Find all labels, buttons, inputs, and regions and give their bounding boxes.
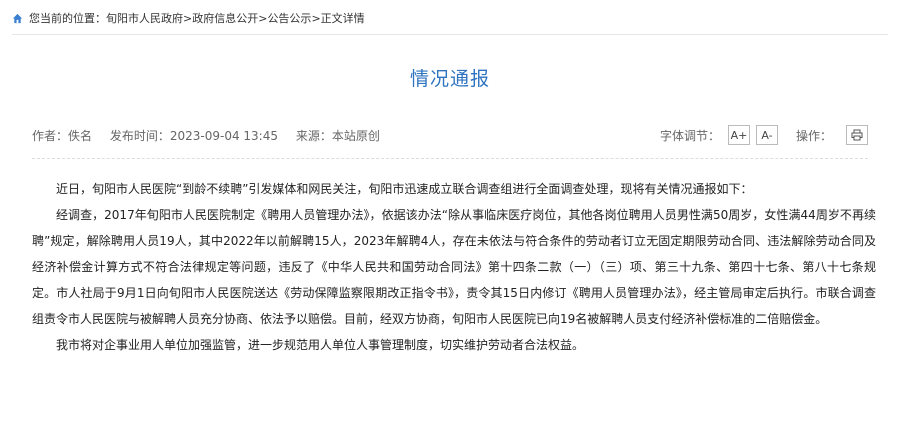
breadcrumb-separator: > [258,11,268,25]
breadcrumb-separator: > [183,11,193,25]
paragraph: 我市将对企事业用人单位加强监管，进一步规范用人单位人事管理制度，切实维护劳动者合… [56,338,585,352]
publish-time: 发布时间：2023-09-04 13:45 [109,128,278,143]
author: 作者：佚名 [32,128,93,143]
operation-label: 操作： [795,128,832,143]
breadcrumb-divider [12,34,888,35]
font-decrease-button[interactable]: A- [755,125,778,145]
paragraph: 经调查，2017年旬阳市人民医院制定《聘用人员管理办法》，依据该办法“除从事临床… [32,208,876,326]
article-meta: 作者：佚名 发布时间：2023-09-04 13:45 来源：本站原创 字体调节… [32,120,868,150]
print-button[interactable] [846,125,868,145]
font-adjust-label: 字体调节： [659,128,720,143]
article-title: 情况通报 [409,68,490,90]
breadcrumb-item-info-disclosure[interactable]: 政府信息公开 [192,10,258,26]
breadcrumb-item-current: 正文详情 [320,12,365,25]
breadcrumb-item-announcements[interactable]: 公告公示 [267,10,311,26]
breadcrumb-label: 您当前的位置： [29,12,106,25]
print-icon [851,129,863,141]
breadcrumb: 您当前的位置： 旬阳市人民政府 > 政府信息公开 > 公告公示 > 正文详情 [12,10,365,26]
font-increase-button[interactable]: A+ [727,125,750,145]
home-icon [12,13,23,23]
meta-divider [32,158,868,159]
breadcrumb-item-government[interactable]: 旬阳市人民政府 [106,10,183,26]
meta-tools: 字体调节： A+ A- 操作： [660,125,868,145]
breadcrumb-separator: > [311,11,321,25]
paragraph: 近日，旬阳市人民医院“到龄不续聘”引发媒体和网民关注，旬阳市迅速成立联合调查组进… [56,182,753,196]
meta-info: 作者：佚名 发布时间：2023-09-04 13:45 来源：本站原创 [32,127,394,144]
source: 来源：本站原创 [295,128,380,143]
article-content: 近日，旬阳市人民医院“到龄不续聘”引发媒体和网民关注，旬阳市迅速成立联合调查组进… [32,176,876,358]
